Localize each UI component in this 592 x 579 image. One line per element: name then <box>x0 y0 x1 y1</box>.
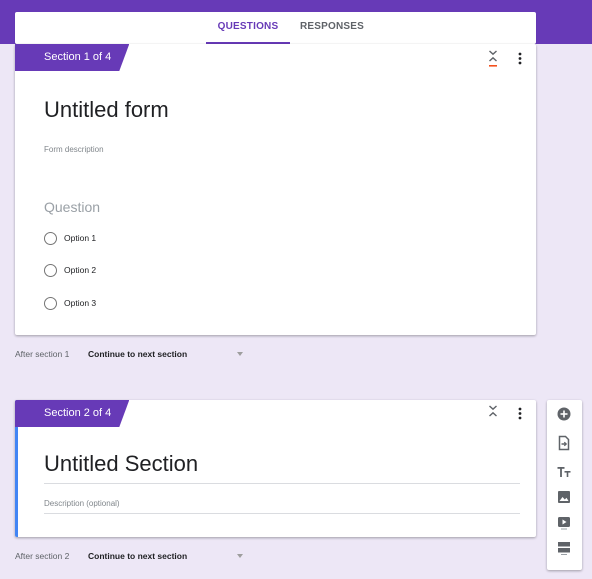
more-options-icon[interactable] <box>515 48 525 70</box>
after-section-value: Continue to next section <box>88 551 188 561</box>
title-underline <box>44 483 520 484</box>
radio-button[interactable] <box>44 297 57 310</box>
section-1-badge: Section 1 of 4 <box>15 44 129 71</box>
option-label: Option 2 <box>64 265 97 275</box>
tabs-bar: QUESTIONS RESPONSES <box>15 12 536 44</box>
after-section-label: After section 1 <box>15 349 70 359</box>
dropdown-arrow-icon <box>237 554 243 558</box>
add-video-icon[interactable] <box>555 513 573 531</box>
section-title[interactable]: Untitled Section <box>44 451 198 477</box>
after-section-2-row: After section 2 Continue to next section <box>15 549 243 563</box>
section-description[interactable]: Description (optional) <box>44 499 120 508</box>
tab-questions[interactable]: QUESTIONS <box>206 12 290 44</box>
description-underline <box>44 513 520 514</box>
add-image-icon[interactable] <box>555 488 573 506</box>
add-question-icon[interactable] <box>555 405 573 423</box>
add-section-icon[interactable] <box>555 539 573 557</box>
after-section-label: After section 2 <box>15 551 70 561</box>
after-section-dropdown[interactable]: Continue to next section <box>88 347 253 361</box>
import-questions-icon[interactable] <box>555 434 573 452</box>
after-section-value: Continue to next section <box>88 349 188 359</box>
radio-button[interactable] <box>44 232 57 245</box>
option-label: Option 3 <box>64 298 97 308</box>
section-2-badge: Section 2 of 4 <box>15 400 129 427</box>
form-description[interactable]: Form description <box>44 145 104 154</box>
floating-toolbar <box>547 400 582 570</box>
question-title[interactable]: Question <box>44 199 100 215</box>
add-title-icon[interactable] <box>555 463 573 481</box>
form-title[interactable]: Untitled form <box>44 97 169 123</box>
after-section-1-row: After section 1 Continue to next section <box>15 347 243 361</box>
tab-responses[interactable]: RESPONSES <box>290 12 374 44</box>
more-options-icon[interactable] <box>515 403 525 425</box>
section-2-card: Section 2 of 4 Untitled Section Descript… <box>15 400 536 537</box>
after-section-dropdown[interactable]: Continue to next section <box>88 549 253 563</box>
collapse-section-icon[interactable] <box>486 48 500 70</box>
collapse-section-icon[interactable] <box>486 403 500 425</box>
radio-button[interactable] <box>44 264 57 277</box>
dropdown-arrow-icon <box>237 352 243 356</box>
option-label: Option 1 <box>64 233 97 243</box>
section-1-card: Section 1 of 4 Untitled form Form descri… <box>15 44 536 335</box>
